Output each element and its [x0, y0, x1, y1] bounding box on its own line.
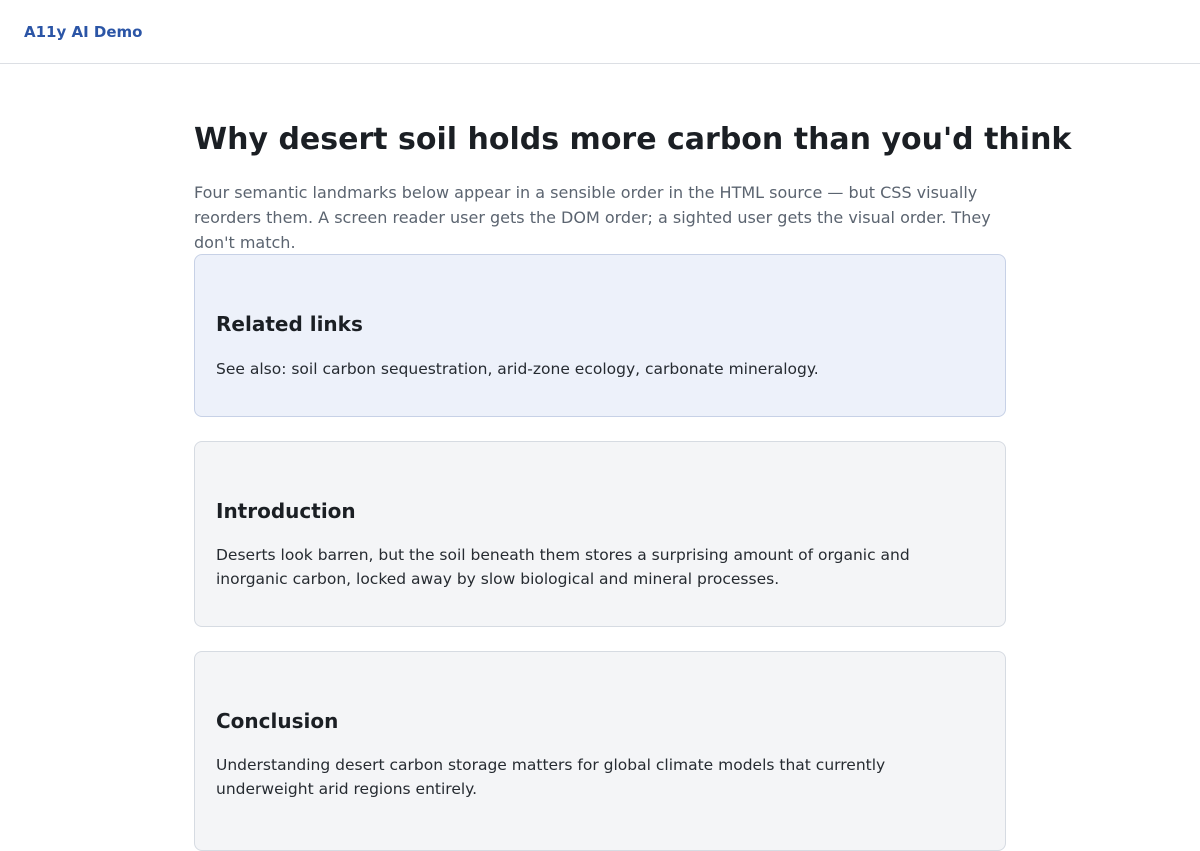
- conclusion-heading: Conclusion: [216, 709, 339, 733]
- related-links-heading: Related links: [216, 312, 363, 336]
- related-links-text: See also: soil carbon sequestration, ari…: [216, 360, 819, 378]
- conclusion-text: Understanding desert carbon storage matt…: [216, 756, 886, 798]
- introduction-heading: Introduction: [216, 499, 356, 523]
- introduction-card: Introduction Deserts look barren, but th…: [194, 441, 1006, 627]
- page-title: Why desert soil holds more carbon than y…: [194, 122, 1072, 157]
- introduction-text: Deserts look barren, but the soil beneat…: [216, 546, 910, 588]
- brand-link[interactable]: A11y AI Demo: [24, 22, 142, 42]
- top-navigation-bar: A11y AI Demo: [0, 0, 1200, 64]
- page-description: Four semantic landmarks below appear in …: [194, 183, 991, 252]
- related-links-card: Related links See also: soil carbon sequ…: [194, 254, 1006, 417]
- conclusion-card: Conclusion Understanding desert carbon s…: [194, 651, 1006, 851]
